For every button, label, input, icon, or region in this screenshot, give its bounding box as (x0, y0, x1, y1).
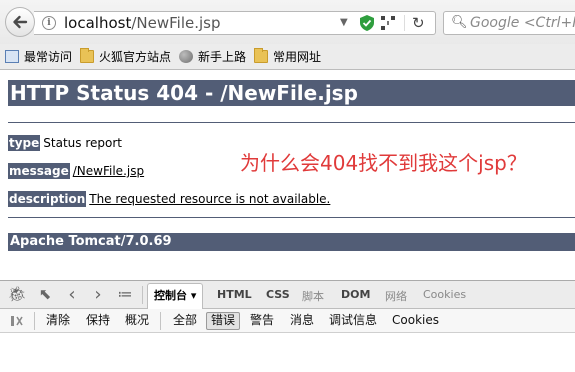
command-line-icon[interactable]: ≔ (116, 285, 134, 303)
persist-button[interactable]: 保持 (86, 312, 110, 330)
separator (160, 312, 161, 330)
separator (142, 286, 143, 304)
console-filter-bar: 清除 保持 概况 全部 错误 警告 消息 调试信息 Cookies (0, 309, 575, 333)
browser-toolbar: i localhost/NewFile.jsp ▼ ↻ 🔍︎ Google <C… (0, 0, 575, 44)
qr-code-icon[interactable] (381, 16, 395, 30)
shield-icon[interactable] (360, 15, 374, 31)
clear-button[interactable]: 清除 (46, 312, 70, 330)
search-placeholder: Google <Ctrl+K> (470, 15, 575, 31)
folder-icon (80, 48, 95, 63)
back-icon[interactable]: ‹ (63, 284, 81, 305)
bookmark-page-icon (5, 50, 19, 63)
description-line: description The requested resource is no… (8, 191, 330, 207)
url-dropdown-icon[interactable]: ▼ (340, 17, 348, 28)
clear-console-icon[interactable] (10, 314, 24, 328)
bookmark-label: 常用网址 (273, 50, 322, 64)
filter-errors-button[interactable]: 错误 (206, 312, 241, 330)
globe-icon (179, 50, 194, 63)
bookmark-label: 最常访问 (24, 50, 73, 64)
forward-icon[interactable]: › (89, 284, 107, 305)
filter-cookies-button[interactable]: Cookies (392, 312, 439, 330)
type-label: type (8, 135, 41, 151)
bookmark-getting-started[interactable]: 新手上路 (179, 48, 246, 65)
type-value: Status report (43, 136, 122, 150)
bookmark-label: 火狐官方站点 (99, 50, 172, 64)
search-icon: 🔍︎ (451, 15, 468, 30)
back-arrow-icon (13, 15, 28, 29)
separator (34, 312, 35, 330)
firebug-icon[interactable]: 🐞︎ (7, 285, 26, 303)
tab-html[interactable]: HTML (217, 288, 252, 301)
folder-icon (254, 48, 269, 63)
profile-button[interactable]: 概况 (125, 312, 149, 330)
tab-script[interactable]: 脚本 (302, 288, 324, 304)
filter-warnings-button[interactable]: 警告 (250, 312, 274, 330)
bookmark-label: 新手上路 (198, 50, 247, 64)
url-text[interactable]: localhost/NewFile.jsp (64, 14, 221, 32)
bookmarks-bar: 最常访问 火狐官方站点 新手上路 常用网址 (0, 44, 575, 70)
question-annotation: 为什么会404找不到我这个jsp？ (240, 151, 527, 175)
tab-css[interactable]: CSS (266, 288, 290, 301)
reload-icon[interactable]: ↻ (412, 14, 425, 32)
message-label: message (8, 163, 70, 179)
bookmark-common-sites[interactable]: 常用网址 (254, 48, 321, 65)
url-separator (404, 15, 405, 31)
url-host: localhost (64, 14, 132, 32)
filter-info-button[interactable]: 消息 (290, 312, 314, 330)
filter-all-button[interactable]: 全部 (173, 312, 197, 330)
filter-debug-button[interactable]: 调试信息 (329, 312, 377, 330)
server-footer: Apache Tomcat/7.0.69 (8, 233, 575, 251)
divider (8, 217, 575, 218)
info-icon[interactable]: i (42, 16, 56, 30)
devtools-tab-bar: 🐞︎ ⬉ ‹ › ≔ 控制台 ▾ HTML CSS 脚本 DOM 网络 Cook… (0, 281, 575, 310)
tab-dom[interactable]: DOM (341, 288, 370, 301)
tab-cookies[interactable]: Cookies (423, 288, 466, 301)
type-line: type Status report (8, 135, 122, 151)
search-input[interactable]: 🔍︎ Google <Ctrl+K> (443, 11, 575, 35)
message-value: /NewFile.jsp (72, 164, 145, 178)
page-title: HTTP Status 404 - /NewFile.jsp (8, 80, 575, 106)
page-content: HTTP Status 404 - /NewFile.jsp type Stat… (0, 70, 575, 280)
description-value: The requested resource is not available. (89, 192, 331, 206)
bookmark-firefox-official[interactable]: 火狐官方站点 (80, 48, 171, 65)
tab-console[interactable]: 控制台 ▾ (147, 283, 204, 310)
description-label: description (8, 191, 87, 207)
tab-net[interactable]: 网络 (385, 288, 407, 304)
back-button[interactable] (5, 7, 35, 37)
devtools-panel: 🐞︎ ⬉ ‹ › ≔ 控制台 ▾ HTML CSS 脚本 DOM 网络 Cook… (0, 280, 575, 372)
bookmark-most-visited[interactable]: 最常访问 (5, 48, 72, 65)
inspect-icon[interactable]: ⬉ (36, 285, 54, 303)
url-bar[interactable]: i localhost/NewFile.jsp ▼ ↻ (34, 11, 436, 35)
message-line: message /NewFile.jsp (8, 163, 144, 179)
url-path: /NewFile.jsp (131, 14, 221, 32)
divider (8, 122, 575, 123)
